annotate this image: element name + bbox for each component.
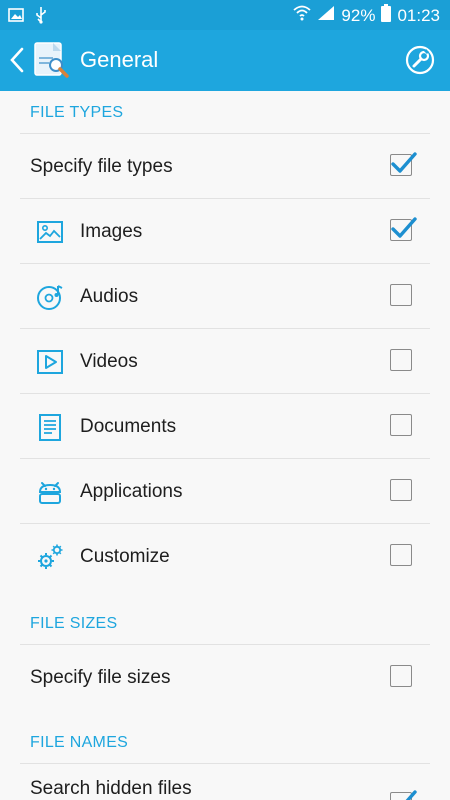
document-icon	[36, 413, 64, 441]
specify-file-sizes-checkbox[interactable]	[390, 665, 412, 687]
search-hidden-files-label: Search hidden files	[30, 778, 192, 799]
page-title: General	[80, 47, 159, 72]
file-type-row-videos[interactable]: Videos	[0, 329, 450, 394]
file-type-label: Images	[80, 221, 143, 242]
back-chevron-icon[interactable]	[8, 46, 28, 74]
customize-checkbox[interactable]	[390, 544, 412, 566]
file-type-label: Customize	[80, 546, 170, 567]
specify-file-sizes-label: Specify file sizes	[30, 667, 171, 688]
signal-icon	[317, 5, 335, 26]
file-type-label: Videos	[80, 351, 138, 372]
file-type-row-customize[interactable]: Customize	[0, 524, 450, 589]
battery-icon	[381, 4, 392, 27]
audios-checkbox[interactable]	[390, 284, 412, 306]
usb-icon	[34, 6, 48, 29]
documents-checkbox[interactable]	[390, 414, 412, 436]
audio-disc-icon	[36, 283, 64, 311]
file-type-row-applications[interactable]: Applications	[0, 459, 450, 524]
image-icon	[36, 218, 64, 246]
app-bar: General	[0, 30, 450, 91]
specify-file-types-row[interactable]: Specify file types	[0, 134, 450, 199]
section-header-file-names: FILE NAMES	[30, 734, 129, 751]
specify-file-types-label: Specify file types	[30, 156, 173, 177]
file-type-row-audios[interactable]: Audios	[0, 264, 450, 329]
specify-file-types-checkbox[interactable]	[390, 152, 417, 176]
search-hidden-files-row[interactable]: Search hidden files	[0, 764, 450, 800]
app-logo-icon	[32, 41, 70, 79]
file-type-row-images[interactable]: Images	[0, 199, 450, 264]
file-type-label: Applications	[80, 481, 183, 502]
gears-icon	[36, 543, 64, 571]
file-type-label: Documents	[80, 416, 177, 437]
video-play-icon	[36, 348, 64, 376]
specify-file-sizes-row[interactable]: Specify file sizes	[0, 645, 450, 710]
file-type-label: Audios	[80, 286, 139, 307]
battery-level: 92%	[341, 5, 376, 25]
status-bar: 92% 01:23	[0, 0, 450, 30]
settings-list: FILE TYPES Specify file types Images Aud…	[0, 91, 450, 800]
section-header-file-types: FILE TYPES	[30, 104, 124, 121]
android-icon	[36, 478, 64, 506]
videos-checkbox[interactable]	[390, 349, 412, 371]
file-type-row-documents[interactable]: Documents	[0, 394, 450, 459]
clock: 01:23	[397, 5, 440, 25]
search-hidden-files-checkbox[interactable]	[390, 790, 417, 800]
images-checkbox[interactable]	[390, 217, 417, 241]
section-header-file-sizes: FILE SIZES	[30, 615, 118, 632]
image-notification-icon	[8, 7, 24, 28]
wrench-settings-icon[interactable]	[404, 44, 436, 76]
wifi-icon	[293, 5, 312, 26]
applications-checkbox[interactable]	[390, 479, 412, 501]
